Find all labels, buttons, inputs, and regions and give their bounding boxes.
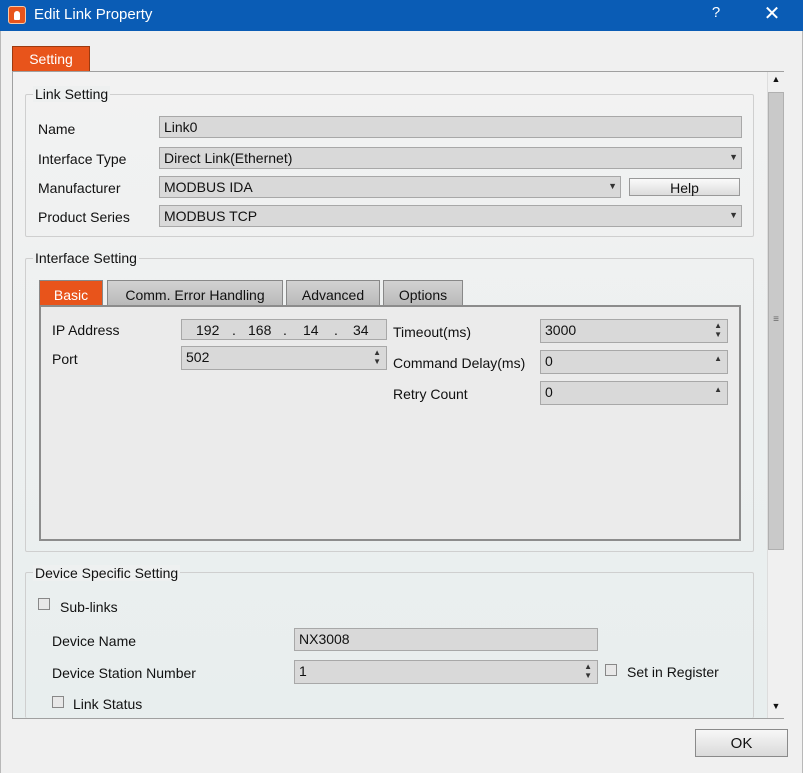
ip-octet-1: 192	[196, 322, 220, 338]
spinner-arrows-icon: ▲ ▼	[584, 662, 592, 680]
ip-dot-3: .	[334, 322, 338, 338]
device-station-label: Device Station Number	[52, 665, 196, 681]
interface-type-value: Direct Link(Ethernet)	[164, 150, 293, 166]
grip-icon: ≡	[773, 314, 779, 325]
set-in-register-label: Set in Register	[627, 664, 719, 680]
interface-type-select[interactable]: Direct Link(Ethernet) ▼	[159, 147, 742, 169]
port-spinbox[interactable]: 502 ▲ ▼	[181, 346, 387, 370]
ip-address-label: IP Address	[52, 322, 120, 338]
title-bar: Edit Link Property ? ✕	[0, 0, 803, 31]
ip-octet-3: 14	[303, 322, 319, 338]
sublinks-label: Sub-links	[60, 599, 118, 615]
link-status-checkbox[interactable]	[52, 696, 64, 708]
chevron-down-icon: ▼	[729, 152, 738, 162]
retry-count-value: 0	[545, 384, 553, 400]
device-station-value: 1	[299, 663, 307, 679]
device-name-field[interactable]: NX3008	[294, 628, 598, 651]
tab-advanced[interactable]: Advanced	[286, 280, 380, 306]
tab-setting[interactable]: Setting	[12, 46, 90, 72]
interface-setting-title: Interface Setting	[33, 250, 139, 266]
device-setting-title: Device Specific Setting	[33, 565, 181, 581]
command-delay-value: 0	[545, 353, 553, 369]
product-series-value: MODBUS TCP	[164, 208, 258, 224]
ok-button[interactable]: OK	[695, 729, 788, 757]
name-label: Name	[38, 121, 76, 137]
device-station-spinbox[interactable]: 1 ▲ ▼	[294, 660, 598, 684]
tab-comm-error-handling[interactable]: Comm. Error Handling	[107, 280, 283, 306]
command-delay-label: Command Delay(ms)	[393, 355, 526, 371]
timeout-value: 3000	[545, 322, 577, 338]
ip-address-field[interactable]: 192 . 168 . 14 . 34	[181, 319, 387, 340]
command-delay-spinbox[interactable]: 0 ▲	[540, 350, 728, 374]
product-series-label: Product Series	[38, 209, 130, 225]
sublinks-checkbox[interactable]	[38, 598, 50, 610]
ip-dot-2: .	[283, 322, 287, 338]
help-icon[interactable]: ?	[706, 4, 726, 21]
spin-up-icon: ▲	[714, 354, 722, 363]
port-value: 502	[186, 349, 210, 365]
spinner-arrows-icon: ▲ ▼	[373, 348, 381, 366]
help-button[interactable]: Help	[629, 178, 740, 196]
link-status-label: Link Status	[73, 696, 143, 712]
scroll-up-icon[interactable]: ▲	[768, 74, 784, 84]
ip-octet-4: 34	[353, 322, 369, 338]
manufacturer-select[interactable]: MODBUS IDA ▼	[159, 176, 621, 198]
tab-basic[interactable]: Basic	[39, 280, 103, 306]
close-icon[interactable]: ✕	[760, 1, 784, 26]
scroll-down-icon[interactable]: ▼	[768, 701, 784, 711]
app-icon	[8, 6, 26, 24]
interface-type-label: Interface Type	[38, 151, 127, 167]
ip-octet-2: 168	[248, 322, 272, 338]
port-label: Port	[52, 351, 78, 367]
spin-up-icon: ▲	[714, 385, 722, 394]
chevron-down-icon: ▼	[608, 181, 617, 191]
retry-count-label: Retry Count	[393, 386, 468, 402]
name-field[interactable]: Link0	[159, 116, 742, 138]
chevron-down-icon: ▼	[729, 210, 738, 220]
link-setting-title: Link Setting	[33, 86, 111, 102]
timeout-spinbox[interactable]: 3000 ▲ ▼	[540, 319, 728, 343]
product-series-select[interactable]: MODBUS TCP ▼	[159, 205, 742, 227]
ip-dot-1: .	[232, 322, 236, 338]
manufacturer-value: MODBUS IDA	[164, 179, 253, 195]
window-title: Edit Link Property	[34, 6, 153, 23]
spinner-arrows-icon: ▲ ▼	[714, 321, 722, 339]
device-name-label: Device Name	[52, 633, 137, 649]
tab-options[interactable]: Options	[383, 280, 463, 306]
retry-count-spinbox[interactable]: 0 ▲	[540, 381, 728, 405]
timeout-label: Timeout(ms)	[393, 324, 472, 340]
set-in-register-checkbox[interactable]	[605, 664, 617, 676]
manufacturer-label: Manufacturer	[38, 180, 121, 196]
